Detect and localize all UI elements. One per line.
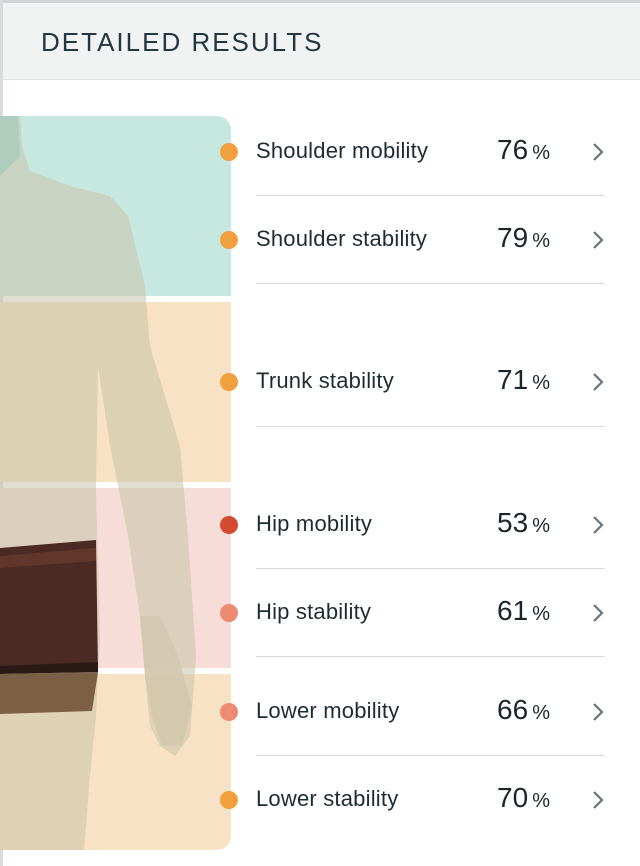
result-unit: % [532, 515, 550, 537]
result-label: Lower stability [256, 786, 399, 811]
result-unit: % [532, 702, 550, 724]
result-label: Shoulder mobility [256, 138, 429, 163]
chevron-right-icon [593, 604, 604, 622]
result-value: 61% [497, 595, 550, 627]
row-divider [256, 195, 605, 196]
result-unit: % [532, 230, 550, 252]
result-row-hip-mobility[interactable]: Hip mobility 53% [0, 507, 640, 539]
result-value: 70% [497, 782, 550, 814]
result-label: Hip stability [256, 599, 372, 624]
row-divider [256, 426, 605, 427]
result-number: 66 [497, 694, 529, 725]
chevron-right-icon [593, 516, 604, 534]
result-unit: % [532, 603, 550, 625]
row-divider [256, 568, 605, 569]
result-number: 53 [497, 507, 529, 538]
section-header: DETAILED RESULTS [3, 3, 640, 80]
status-dot [220, 373, 238, 391]
result-unit: % [532, 142, 550, 164]
result-row-shoulder-stability[interactable]: Shoulder stability 79% [0, 222, 640, 254]
result-unit: % [532, 790, 550, 812]
status-dot [220, 143, 238, 161]
chevron-right-icon [593, 791, 604, 809]
status-dot [220, 231, 238, 249]
page-title: DETAILED RESULTS [41, 27, 324, 57]
row-divider [256, 656, 605, 657]
chevron-right-icon [593, 703, 604, 721]
result-row-hip-stability[interactable]: Hip stability 61% [0, 595, 640, 627]
chevron-right-icon [593, 373, 604, 391]
status-dot [220, 791, 238, 809]
result-value: 66% [497, 694, 550, 726]
result-row-lower-mobility[interactable]: Lower mobility 66% [0, 694, 640, 726]
result-label: Trunk stability [256, 368, 394, 393]
result-number: 71 [497, 364, 529, 395]
result-row-lower-stability[interactable]: Lower stability 70% [0, 782, 640, 814]
row-divider [256, 283, 605, 284]
row-divider [256, 755, 605, 756]
result-value: 79% [497, 222, 550, 254]
chevron-right-icon [593, 231, 604, 249]
result-value: 71% [497, 364, 550, 396]
result-label: Shoulder stability [256, 226, 428, 251]
result-label: Hip mobility [256, 511, 373, 536]
result-unit: % [532, 372, 550, 394]
chevron-right-icon [593, 143, 604, 161]
result-value: 76% [497, 134, 550, 166]
result-label: Lower mobility [256, 698, 400, 723]
result-row-shoulder-mobility[interactable]: Shoulder mobility 76% [0, 134, 640, 166]
result-row-trunk-stability[interactable]: Trunk stability 71% [0, 364, 640, 396]
status-dot [220, 703, 238, 721]
status-dot [220, 604, 238, 622]
result-number: 79 [497, 222, 529, 253]
result-value: 53% [497, 507, 550, 539]
result-number: 76 [497, 134, 529, 165]
result-number: 61 [497, 595, 529, 626]
result-number: 70 [497, 782, 529, 813]
status-dot [220, 516, 238, 534]
